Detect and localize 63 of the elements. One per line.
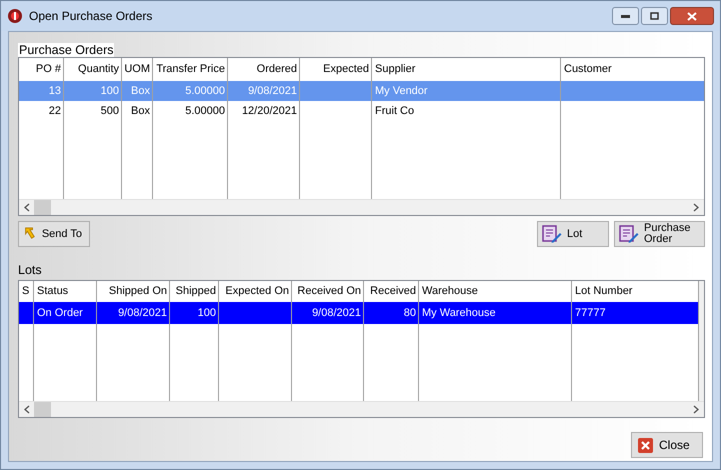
column-header[interactable]: Warehouse: [422, 283, 478, 300]
table-cell-text: Box: [131, 104, 150, 119]
column-header[interactable]: Shipped: [176, 283, 216, 300]
table-cell-text: 22: [48, 104, 61, 119]
table-row[interactable]: 22 500 Box 5.00000 12/20/2021 Fruit Co: [19, 101, 704, 121]
table-cell-text: My Vendor: [375, 84, 428, 99]
document-button[interactable]: Purchase Order: [614, 221, 705, 247]
scroll-left-icon: [24, 405, 30, 414]
column-header[interactable]: Status: [37, 283, 68, 300]
horizontal-scrollbar[interactable]: [19, 199, 704, 215]
column-header[interactable]: Shipped On: [108, 283, 167, 300]
minimize-icon: [621, 14, 630, 18]
close-icon: [638, 438, 653, 452]
table-cell-text: 80: [404, 306, 416, 321]
table-cell-text: 9/08/2021: [118, 306, 167, 321]
table-cell-text: 12/20/2021: [242, 104, 297, 119]
column-header[interactable]: Received On: [297, 283, 361, 300]
scroll-thumb[interactable]: [34, 200, 51, 215]
close-button[interactable]: Close: [631, 432, 703, 458]
column-header[interactable]: Transfer Price: [156, 61, 225, 78]
scroll-right-icon: [693, 203, 699, 212]
table-cell-text: 9/08/2021: [248, 84, 297, 99]
table-cell-text: 5.00000: [185, 84, 225, 99]
table-cell-text: 100: [198, 306, 216, 321]
scroll-left-icon: [24, 203, 30, 212]
window-title: Open Purchase Orders: [29, 8, 152, 25]
document-button[interactable]: Lot: [537, 221, 609, 247]
maximize-icon: [650, 12, 659, 20]
column-header[interactable]: Customer: [564, 61, 612, 78]
selected-row[interactable]: On Order 9/08/2021 100 9/08/2021 80 My Warehouse 77777: [19, 302, 699, 324]
app-icon: [7, 8, 23, 24]
column-header[interactable]: Expected On: [225, 283, 289, 300]
column-header[interactable]: S: [22, 283, 30, 300]
table-cell-text: Box: [131, 84, 150, 99]
table-cell-text: 5.00000: [185, 104, 225, 119]
table-cell-text: Fruit Co: [375, 104, 414, 119]
horizontal-scrollbar[interactable]: [19, 401, 704, 417]
section-label: Purchase Orders: [18, 43, 114, 57]
column-header[interactable]: Expected: [323, 61, 369, 78]
column-header[interactable]: Quantity: [78, 61, 119, 78]
table-cell-text: My Warehouse: [422, 306, 496, 321]
table-cell-text: 13: [48, 84, 61, 99]
send-to-button[interactable]: Send To: [18, 221, 90, 247]
column-header[interactable]: Supplier: [375, 61, 416, 78]
close-window-button[interactable]: [670, 7, 714, 25]
minimize-button[interactable]: [612, 7, 639, 25]
column-header[interactable]: Lot Number: [575, 283, 632, 300]
table-cell-text: 100: [100, 84, 119, 99]
scroll-thumb[interactable]: [34, 402, 51, 417]
section-label: Lots: [18, 263, 42, 277]
close-icon: [687, 12, 697, 20]
column-header[interactable]: UOM: [124, 61, 150, 78]
scroll-right-icon: [693, 405, 699, 414]
table-cell-text: On Order: [37, 306, 83, 321]
maximize-button[interactable]: [641, 7, 668, 25]
column-header[interactable]: Ordered: [256, 61, 297, 78]
form-edit-icon: [542, 225, 562, 243]
column-header[interactable]: Received: [370, 283, 416, 300]
table-cell-text: 9/08/2021: [312, 306, 361, 321]
form-edit-icon: [619, 225, 639, 243]
column-header[interactable]: PO #: [36, 61, 61, 78]
table-cell-text: 77777: [575, 306, 606, 321]
table-cell-text: 500: [100, 104, 119, 119]
